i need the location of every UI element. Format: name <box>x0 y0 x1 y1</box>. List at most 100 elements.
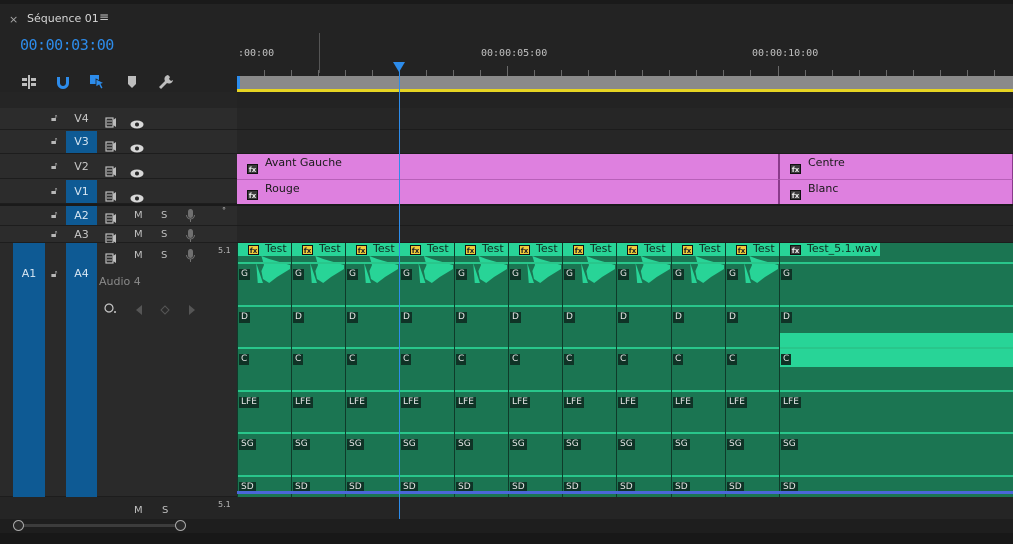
channel-separator <box>617 390 672 392</box>
video-clip-rouge[interactable]: fx Rouge <box>237 179 779 204</box>
channel-separator <box>292 432 346 434</box>
sequence-tab-title[interactable]: Séquence 01 <box>27 12 99 25</box>
panel-menu-icon[interactable]: ≡ <box>99 10 109 24</box>
audio-clip-test[interactable]: fx Test G D C LFE SG SD <box>562 242 617 497</box>
tab-close-icon[interactable]: × <box>9 13 18 26</box>
panel-tab-bar: × Séquence 01 ≡ <box>0 4 1013 30</box>
lock-icon[interactable]: 🔓︎ <box>51 161 57 172</box>
ruler-label-10s: 00:00:10:00 <box>752 48 819 59</box>
previous-keyframe-icon[interactable] <box>135 300 143 319</box>
lock-icon[interactable]: 🔓︎ <box>51 136 57 147</box>
channel-separator <box>509 390 563 392</box>
next-keyframe-icon[interactable] <box>188 300 196 319</box>
channel-separator <box>617 347 672 349</box>
zoom-handle-left[interactable] <box>13 520 24 531</box>
playhead-timecode[interactable]: 00:00:03:00 <box>20 36 114 54</box>
audio-clip-test[interactable]: fx Test G D C LFE SG SD <box>508 242 563 497</box>
fx-badge: fx <box>247 189 258 200</box>
mute-button[interactable]: M <box>134 210 143 221</box>
voiceover-mic-icon[interactable] <box>186 248 195 267</box>
audio-clip-test[interactable]: fx Test G D C LFE SG SD <box>725 242 780 497</box>
solo-button[interactable]: S <box>161 229 167 240</box>
work-area-start-handle[interactable] <box>237 76 240 90</box>
track-header-a3 <box>0 226 237 243</box>
solo-button[interactable]: S <box>161 210 167 221</box>
channel-separator <box>509 305 563 307</box>
lock-icon[interactable]: 🔓︎ <box>51 269 57 280</box>
timeline-settings-wrench-icon[interactable] <box>156 73 176 91</box>
channel-label-lfe: LFE <box>564 397 584 408</box>
channel-label-g: G <box>401 269 412 280</box>
lock-icon[interactable]: 🔓︎ <box>51 186 57 197</box>
track-a3[interactable] <box>237 226 1013 243</box>
audio-clip-test[interactable]: fx Test G D C LFE SG SD <box>345 242 400 497</box>
add-marker-icon[interactable] <box>124 73 144 91</box>
track-name-v1[interactable]: V1 <box>66 180 97 203</box>
channel-label-d: D <box>618 312 629 323</box>
mute-button[interactable]: M <box>134 229 143 240</box>
zoom-handle-right[interactable] <box>175 520 186 531</box>
track-name-v4[interactable]: V4 <box>66 108 97 130</box>
track-v3[interactable] <box>237 130 1013 154</box>
channel-separator <box>563 390 617 392</box>
audio-clip-test-5-1-wav[interactable]: fx Test_5.1.wav G D C LFE SG SD <box>779 242 1013 497</box>
channel-separator <box>400 390 455 392</box>
channel-separator <box>400 347 455 349</box>
channel-separator <box>400 262 455 264</box>
ruler-label-0: :00:00 <box>238 48 275 59</box>
voiceover-mic-icon[interactable] <box>186 208 195 227</box>
channel-separator <box>455 347 509 349</box>
playhead-line[interactable] <box>399 62 400 519</box>
playhead-handle[interactable] <box>393 62 405 72</box>
track-name-v2[interactable]: V2 <box>66 155 97 178</box>
channel-label-g: G <box>673 269 684 280</box>
track-v4[interactable] <box>237 108 1013 130</box>
snap-magnet-icon[interactable] <box>54 73 74 91</box>
source-patch-a1[interactable]: A1 <box>13 243 45 497</box>
track-name-v3[interactable]: V3 <box>66 131 97 153</box>
track-name-a3[interactable]: A3 <box>66 226 97 243</box>
clip-name: Centre <box>808 156 845 169</box>
mute-button[interactable]: M <box>134 250 143 261</box>
channel-label-d: D <box>510 312 521 323</box>
channel-separator <box>617 432 672 434</box>
channel-separator <box>292 305 346 307</box>
audio-clip-test[interactable]: fx Test G D C LFE SG SD <box>671 242 726 497</box>
channel-separator <box>780 432 1013 434</box>
add-keyframe-icon[interactable] <box>160 300 170 319</box>
insert-sequence-as-nest-icon[interactable] <box>20 73 40 91</box>
scroll-thumb[interactable] <box>18 524 181 527</box>
track-a2[interactable] <box>237 204 1013 226</box>
channel-label-lfe: LFE <box>618 397 638 408</box>
video-clip-avant-gauche[interactable]: fx Avant Gauche <box>237 154 779 179</box>
channel-separator <box>346 475 400 477</box>
channel-separator <box>672 347 726 349</box>
audio-clip-test[interactable]: fx Test G D C LFE SG SD <box>454 242 509 497</box>
solo-button[interactable]: S <box>161 250 167 261</box>
video-clip-blanc[interactable]: fx Blanc <box>779 179 1013 204</box>
channel-separator <box>346 262 400 264</box>
keyframe-toggle-icon[interactable] <box>104 299 118 318</box>
track-name-a4[interactable]: A4 <box>66 243 97 497</box>
audio-clip-test[interactable]: fx Test G D C LFE SG SD <box>237 242 292 497</box>
master-mute-button[interactable]: M <box>134 505 143 516</box>
audio-clip-test[interactable]: fx Test G D C LFE SG SD <box>616 242 672 497</box>
channel-separator <box>455 390 509 392</box>
video-clip-centre[interactable]: fx Centre <box>779 154 1013 179</box>
lock-icon[interactable]: 🔓︎ <box>51 210 57 221</box>
linked-selection-icon[interactable] <box>88 73 108 91</box>
channel-separator <box>726 305 780 307</box>
channel-label-sg: SG <box>673 439 690 450</box>
track-name-a2[interactable]: A2 <box>66 206 97 225</box>
audio-clip-test[interactable]: fx Test G D C LFE SG SD <box>399 242 455 497</box>
work-area-bar[interactable] <box>237 76 1013 90</box>
toggle-sync-lock-icon[interactable] <box>105 249 117 268</box>
lock-icon[interactable]: 🔓︎ <box>51 229 57 240</box>
lock-icon[interactable]: 🔓︎ <box>51 113 57 124</box>
audio-clip-test[interactable]: fx Test G D C LFE SG SD <box>291 242 346 497</box>
master-solo-button[interactable]: S <box>162 505 168 516</box>
channel-separator <box>617 475 672 477</box>
channel-label-g: G <box>781 269 792 280</box>
channel-separator <box>400 305 455 307</box>
channel-label-g: G <box>727 269 738 280</box>
